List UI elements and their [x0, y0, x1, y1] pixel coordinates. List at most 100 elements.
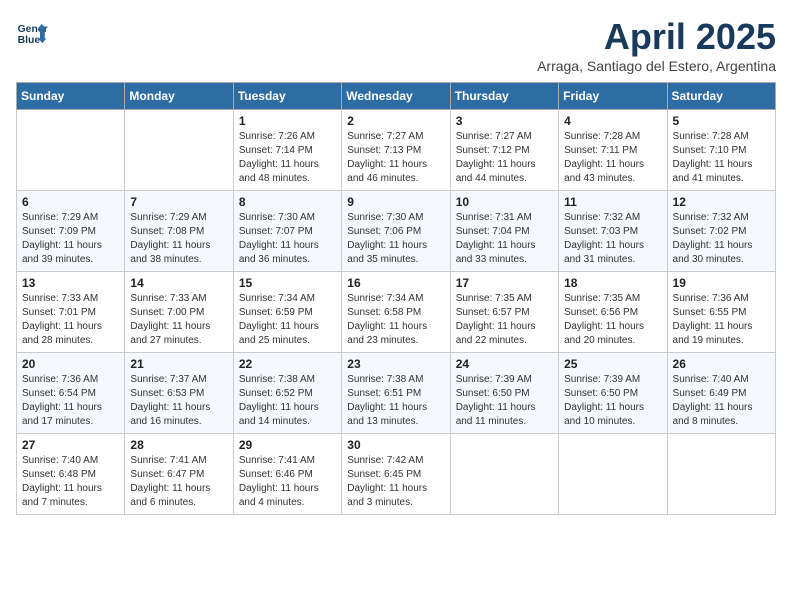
- day-number: 16: [347, 276, 444, 290]
- logo-icon: General Blue: [16, 16, 48, 48]
- day-number: 11: [564, 195, 661, 209]
- calendar-cell: 21 Sunrise: 7:37 AM Sunset: 6:53 PM Dayli…: [125, 353, 233, 434]
- day-number: 13: [22, 276, 119, 290]
- day-number: 10: [456, 195, 553, 209]
- day-number: 23: [347, 357, 444, 371]
- day-number: 3: [456, 114, 553, 128]
- day-number: 27: [22, 438, 119, 452]
- calendar-cell: 28 Sunrise: 7:41 AM Sunset: 6:47 PM Dayli…: [125, 434, 233, 515]
- calendar-cell: 8 Sunrise: 7:30 AM Sunset: 7:07 PM Daylig…: [233, 191, 341, 272]
- day-of-week-header: Sunday: [17, 83, 125, 110]
- calendar-cell: 9Sunrise: 7:30 AM Sunset: 7:06 PM Daylig…: [342, 191, 450, 272]
- calendar-cell: 20 Sunrise: 7:36 AM Sunset: 6:54 PM Dayli…: [17, 353, 125, 434]
- calendar-cell: 29Sunrise: 7:41 AM Sunset: 6:46 PM Dayli…: [233, 434, 341, 515]
- day-number: 8: [239, 195, 336, 209]
- day-number: 21: [130, 357, 227, 371]
- day-info: Sunrise: 7:30 AM Sunset: 7:07 PM Dayligh…: [239, 211, 336, 267]
- day-info: Sunrise: 7:38 AM Sunset: 6:52 PM Dayligh…: [239, 373, 336, 429]
- day-info: Sunrise: 7:27 AM Sunset: 7:13 PM Dayligh…: [347, 130, 444, 186]
- calendar-header-row: SundayMondayTuesdayWednesdayThursdayFrid…: [17, 83, 776, 110]
- day-info: Sunrise: 7:32 AM Sunset: 7:02 PM Dayligh…: [673, 211, 770, 267]
- logo: General Blue: [16, 16, 48, 48]
- svg-text:Blue: Blue: [18, 35, 41, 46]
- calendar-cell: [125, 110, 233, 191]
- day-number: 14: [130, 276, 227, 290]
- calendar-week-row: 1 Sunrise: 7:26 AM Sunset: 7:14 PM Daylig…: [17, 110, 776, 191]
- day-info: Sunrise: 7:35 AM Sunset: 6:56 PM Dayligh…: [564, 292, 661, 348]
- calendar-cell: 12 Sunrise: 7:32 AM Sunset: 7:02 PM Dayli…: [667, 191, 775, 272]
- day-number: 25: [564, 357, 661, 371]
- calendar-cell: 17 Sunrise: 7:35 AM Sunset: 6:57 PM Dayli…: [450, 272, 558, 353]
- day-info: Sunrise: 7:34 AM Sunset: 6:59 PM Dayligh…: [239, 292, 336, 348]
- day-info: Sunrise: 7:27 AM Sunset: 7:12 PM Dayligh…: [456, 130, 553, 186]
- day-info: Sunrise: 7:42 AM Sunset: 6:45 PM Dayligh…: [347, 454, 444, 510]
- day-number: 12: [673, 195, 770, 209]
- day-info: Sunrise: 7:40 AM Sunset: 6:48 PM Dayligh…: [22, 454, 119, 510]
- day-of-week-header: Tuesday: [233, 83, 341, 110]
- calendar-cell: 7 Sunrise: 7:29 AM Sunset: 7:08 PM Daylig…: [125, 191, 233, 272]
- day-info: Sunrise: 7:41 AM Sunset: 6:47 PM Dayligh…: [130, 454, 227, 510]
- day-info: Sunrise: 7:36 AM Sunset: 6:54 PM Dayligh…: [22, 373, 119, 429]
- calendar-week-row: 6 Sunrise: 7:29 AM Sunset: 7:09 PM Daylig…: [17, 191, 776, 272]
- calendar-cell: 3 Sunrise: 7:27 AM Sunset: 7:12 PM Daylig…: [450, 110, 558, 191]
- day-of-week-header: Thursday: [450, 83, 558, 110]
- day-info: Sunrise: 7:28 AM Sunset: 7:10 PM Dayligh…: [673, 130, 770, 186]
- day-number: 24: [456, 357, 553, 371]
- day-number: 5: [673, 114, 770, 128]
- day-number: 28: [130, 438, 227, 452]
- calendar-cell: 19Sunrise: 7:36 AM Sunset: 6:55 PM Dayli…: [667, 272, 775, 353]
- calendar-week-row: 27 Sunrise: 7:40 AM Sunset: 6:48 PM Dayli…: [17, 434, 776, 515]
- day-info: Sunrise: 7:38 AM Sunset: 6:51 PM Dayligh…: [347, 373, 444, 429]
- calendar-cell: [667, 434, 775, 515]
- calendar-cell: 2 Sunrise: 7:27 AM Sunset: 7:13 PM Daylig…: [342, 110, 450, 191]
- calendar-cell: 1 Sunrise: 7:26 AM Sunset: 7:14 PM Daylig…: [233, 110, 341, 191]
- day-info: Sunrise: 7:29 AM Sunset: 7:08 PM Dayligh…: [130, 211, 227, 267]
- day-info: Sunrise: 7:34 AM Sunset: 6:58 PM Dayligh…: [347, 292, 444, 348]
- day-number: 20: [22, 357, 119, 371]
- calendar-cell: 22 Sunrise: 7:38 AM Sunset: 6:52 PM Dayli…: [233, 353, 341, 434]
- calendar-cell: [17, 110, 125, 191]
- day-info: Sunrise: 7:33 AM Sunset: 7:00 PM Dayligh…: [130, 292, 227, 348]
- day-info: Sunrise: 7:35 AM Sunset: 6:57 PM Dayligh…: [456, 292, 553, 348]
- day-number: 22: [239, 357, 336, 371]
- day-number: 7: [130, 195, 227, 209]
- day-info: Sunrise: 7:26 AM Sunset: 7:14 PM Dayligh…: [239, 130, 336, 186]
- day-number: 4: [564, 114, 661, 128]
- calendar-cell: 27 Sunrise: 7:40 AM Sunset: 6:48 PM Dayli…: [17, 434, 125, 515]
- day-number: 17: [456, 276, 553, 290]
- day-of-week-header: Friday: [559, 83, 667, 110]
- calendar-cell: 23 Sunrise: 7:38 AM Sunset: 6:51 PM Dayli…: [342, 353, 450, 434]
- day-info: Sunrise: 7:37 AM Sunset: 6:53 PM Dayligh…: [130, 373, 227, 429]
- day-info: Sunrise: 7:41 AM Sunset: 6:46 PM Dayligh…: [239, 454, 336, 510]
- calendar-cell: [559, 434, 667, 515]
- day-number: 1: [239, 114, 336, 128]
- calendar-cell: 30 Sunrise: 7:42 AM Sunset: 6:45 PM Dayli…: [342, 434, 450, 515]
- location-title: Arraga, Santiago del Estero, Argentina: [537, 58, 776, 74]
- calendar-cell: 5 Sunrise: 7:28 AM Sunset: 7:10 PM Daylig…: [667, 110, 775, 191]
- day-number: 2: [347, 114, 444, 128]
- calendar-table: SundayMondayTuesdayWednesdayThursdayFrid…: [16, 82, 776, 515]
- calendar-cell: 6 Sunrise: 7:29 AM Sunset: 7:09 PM Daylig…: [17, 191, 125, 272]
- day-info: Sunrise: 7:40 AM Sunset: 6:49 PM Dayligh…: [673, 373, 770, 429]
- day-number: 19: [673, 276, 770, 290]
- day-number: 15: [239, 276, 336, 290]
- calendar-cell: 13Sunrise: 7:33 AM Sunset: 7:01 PM Dayli…: [17, 272, 125, 353]
- day-number: 30: [347, 438, 444, 452]
- calendar-cell: 18Sunrise: 7:35 AM Sunset: 6:56 PM Dayli…: [559, 272, 667, 353]
- calendar-week-row: 13Sunrise: 7:33 AM Sunset: 7:01 PM Dayli…: [17, 272, 776, 353]
- day-info: Sunrise: 7:29 AM Sunset: 7:09 PM Dayligh…: [22, 211, 119, 267]
- day-of-week-header: Saturday: [667, 83, 775, 110]
- day-info: Sunrise: 7:28 AM Sunset: 7:11 PM Dayligh…: [564, 130, 661, 186]
- day-info: Sunrise: 7:39 AM Sunset: 6:50 PM Dayligh…: [564, 373, 661, 429]
- day-number: 6: [22, 195, 119, 209]
- day-number: 26: [673, 357, 770, 371]
- calendar-cell: 24Sunrise: 7:39 AM Sunset: 6:50 PM Dayli…: [450, 353, 558, 434]
- day-info: Sunrise: 7:31 AM Sunset: 7:04 PM Dayligh…: [456, 211, 553, 267]
- day-info: Sunrise: 7:32 AM Sunset: 7:03 PM Dayligh…: [564, 211, 661, 267]
- title-block: April 2025 Arraga, Santiago del Estero, …: [537, 16, 776, 74]
- day-of-week-header: Wednesday: [342, 83, 450, 110]
- page-header: General Blue April 2025 Arraga, Santiago…: [16, 16, 776, 74]
- day-of-week-header: Monday: [125, 83, 233, 110]
- calendar-cell: 26 Sunrise: 7:40 AM Sunset: 6:49 PM Dayli…: [667, 353, 775, 434]
- calendar-cell: 16 Sunrise: 7:34 AM Sunset: 6:58 PM Dayli…: [342, 272, 450, 353]
